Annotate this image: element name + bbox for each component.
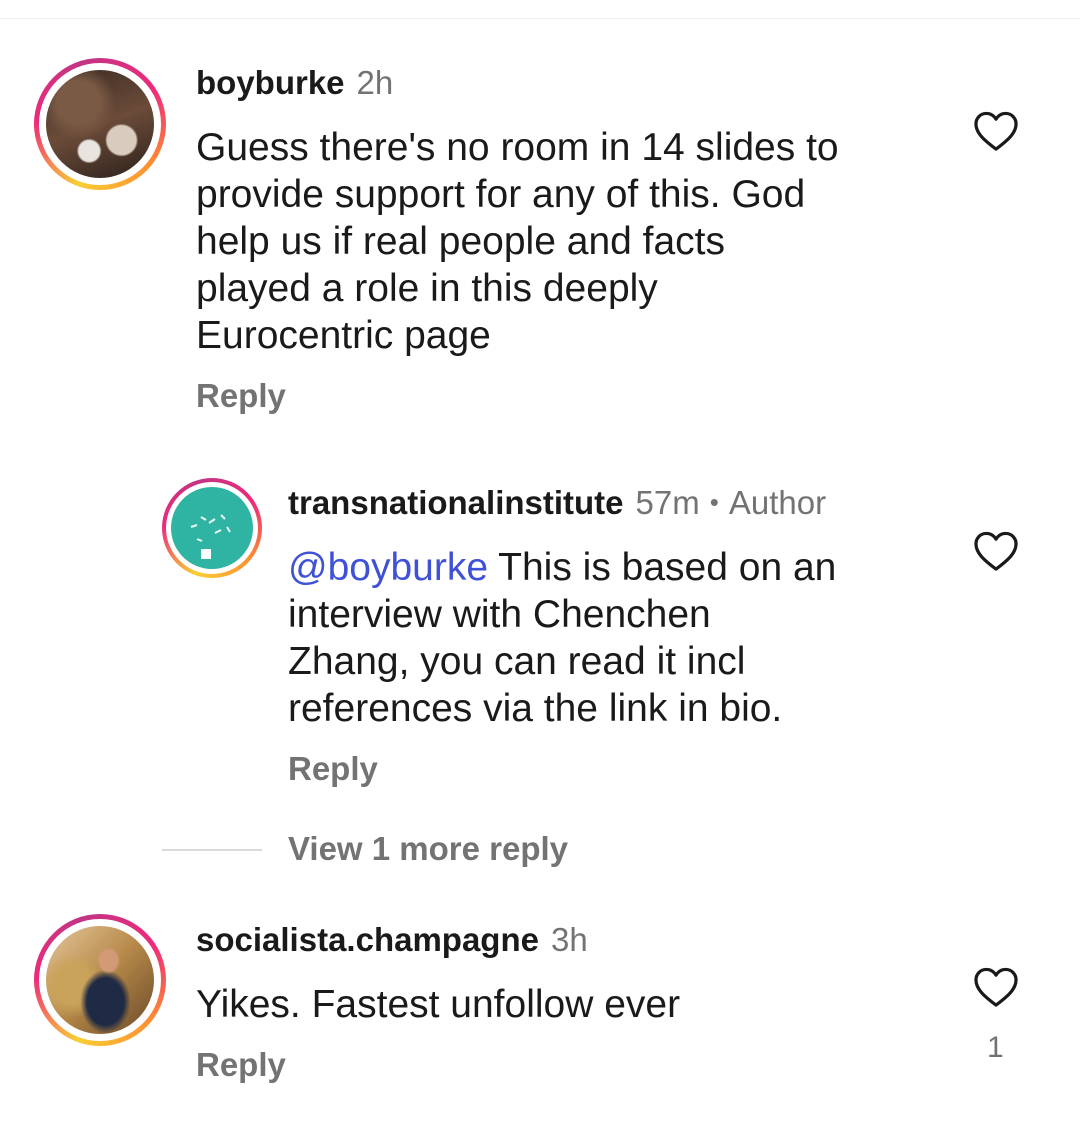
avatar[interactable]	[34, 58, 166, 190]
username[interactable]: boyburke	[196, 64, 345, 101]
reply-button[interactable]: Reply	[196, 1046, 286, 1084]
heart-icon[interactable]	[973, 530, 1019, 572]
mention-link[interactable]: @boyburke	[288, 546, 488, 589]
timestamp: 2h	[356, 64, 394, 101]
separator: •	[709, 487, 719, 517]
author-label: Author	[728, 484, 827, 521]
timestamp: 57m	[635, 484, 700, 521]
username[interactable]: transnationalinstitute	[288, 484, 624, 521]
avatar[interactable]	[162, 478, 262, 578]
avatar[interactable]	[34, 914, 166, 1046]
reply-button[interactable]: Reply	[196, 377, 286, 415]
view-more-replies-button[interactable]: View 1 more reply	[288, 830, 568, 868]
view-replies-divider	[162, 849, 262, 851]
reply-button[interactable]: Reply	[288, 750, 378, 788]
comment-text: Yikes. Fastest unfollow ever	[196, 983, 681, 1026]
comment-text: Guess there's no room in 14 slides to pr…	[196, 126, 839, 357]
heart-icon[interactable]	[973, 110, 1019, 152]
top-divider	[0, 18, 1080, 19]
username[interactable]: socialista.champagne	[196, 921, 539, 958]
comment-text: @boyburke This is based on an interview …	[288, 546, 837, 730]
timestamp: 3h	[550, 921, 588, 958]
heart-icon[interactable]	[973, 966, 1019, 1008]
like-count: 1	[987, 1031, 1004, 1064]
